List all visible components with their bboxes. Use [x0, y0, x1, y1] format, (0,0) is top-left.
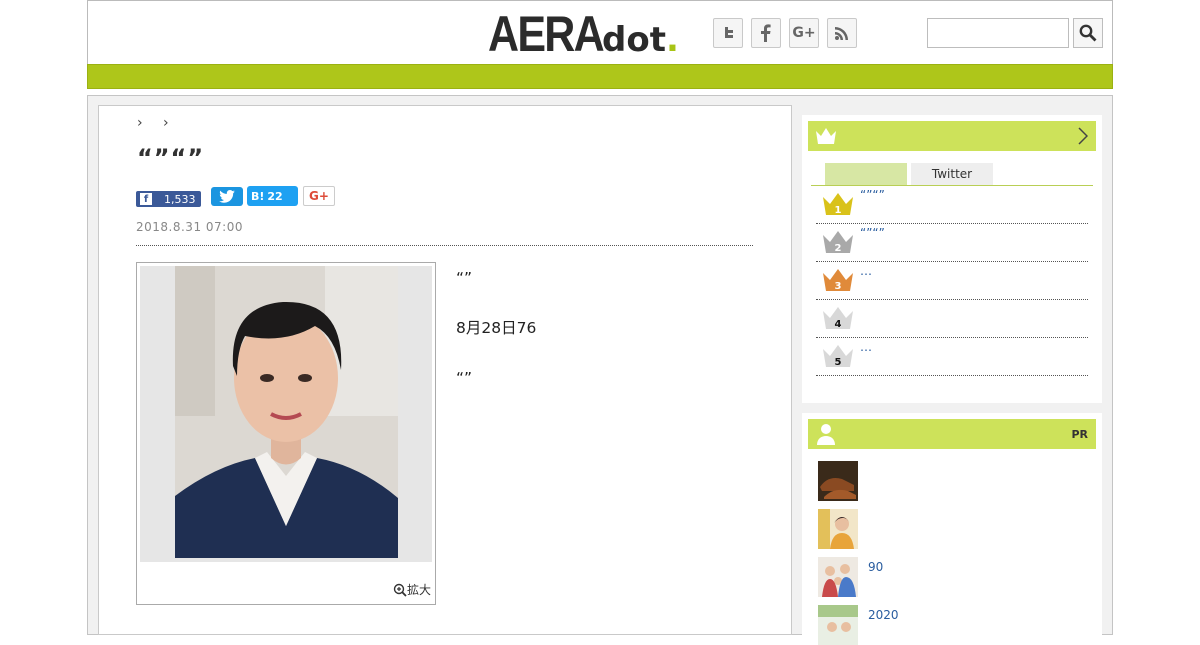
rank-crown-icon: 4 — [823, 307, 853, 330]
pr-panel: PR 90 2020 — [802, 413, 1102, 645]
zoom-label: 拡大 — [406, 583, 431, 597]
ranking-item-text[interactable]: … — [860, 340, 872, 354]
pr-label: PR — [1071, 428, 1088, 441]
zoom-button[interactable]: 拡大 — [393, 581, 431, 598]
site-logo[interactable]: AERA dot. — [488, 7, 679, 59]
ranking-item[interactable]: 3… — [816, 262, 1088, 300]
ranking-header — [808, 121, 1096, 151]
pr-thumb-shoes[interactable] — [818, 461, 858, 501]
rank-crown-icon: 3 — [823, 269, 853, 292]
nav-bar — [87, 64, 1113, 89]
hatena-bookmark-button[interactable]: B! 22 — [247, 186, 298, 206]
twitter-icon[interactable] — [713, 18, 743, 48]
zoom-icon — [393, 583, 407, 597]
portrait-image — [175, 266, 398, 558]
ranking-tabs: Twitter — [825, 163, 993, 185]
facebook-count: 1,533 — [164, 192, 196, 206]
pr-thumb-family[interactable] — [818, 557, 858, 597]
hatena-icon: B! — [251, 189, 265, 203]
svg-text:5: 5 — [835, 357, 842, 368]
ranking-item-text[interactable]: “”“” — [860, 226, 885, 240]
article: › › “”“” f 1,533 B! 22 G+ 2018.8.31 07:0… — [98, 105, 792, 635]
site-header: AERA dot. G+ — [87, 0, 1113, 64]
google-plus-icon: G+ — [309, 189, 329, 203]
crown-icon — [816, 128, 836, 144]
breadcrumb[interactable]: › › — [137, 115, 177, 131]
chevron-right-icon[interactable] — [1078, 127, 1088, 145]
rank-crown-icon: 1 — [823, 193, 853, 216]
search-icon — [1079, 24, 1097, 42]
pr-header: PR — [808, 419, 1096, 449]
rank-crown-icon: 5 — [823, 345, 853, 368]
ranking-item[interactable]: 2 “”“” — [816, 224, 1088, 262]
publish-date: 2018.8.31 07:00 — [136, 220, 243, 234]
logo-aera-text: AERA — [488, 6, 605, 62]
paragraph: “” — [456, 369, 473, 387]
ranking-panel: Twitter 1 “”“” 2 “”“” 3… 4 5… — [802, 115, 1102, 403]
hatena-count: 22 — [267, 189, 283, 203]
logo-dot-text: dot. — [602, 20, 679, 60]
pr-thumb-people[interactable] — [818, 605, 858, 645]
rss-icon[interactable] — [827, 18, 857, 48]
pr-thumb-woman[interactable] — [818, 509, 858, 549]
google-plus-icon[interactable]: G+ — [789, 18, 819, 48]
facebook-share-button[interactable]: f 1,533 — [136, 191, 201, 207]
rank-crown-icon: 2 — [823, 231, 853, 254]
paragraph: 8月28日76 — [456, 319, 537, 337]
article-title: “”“” — [137, 144, 205, 172]
pr-item-text[interactable]: 90 — [868, 560, 883, 574]
ranking-item[interactable]: 5… — [816, 338, 1088, 376]
twitter-bird-icon — [219, 190, 235, 203]
paragraph: “” — [456, 269, 473, 287]
ranking-item[interactable]: 4 — [816, 300, 1088, 338]
ranking-item-text[interactable]: … — [860, 264, 872, 278]
pr-item-text[interactable]: 2020 — [868, 608, 899, 622]
article-photo[interactable]: 拡大 — [136, 262, 436, 605]
ranking-item-text[interactable]: “”“” — [860, 188, 885, 202]
facebook-icon: f — [140, 193, 152, 205]
ranking-item[interactable]: 1 “”“” — [816, 186, 1088, 224]
article-body: “” 8月28日76 “” — [456, 266, 754, 416]
page: AERA dot. G+ › › “”“” f 1,533 B! 22 G+ 2… — [87, 0, 1113, 645]
svg-text:3: 3 — [835, 281, 842, 292]
person-icon — [817, 424, 835, 445]
search-input[interactable] — [927, 18, 1069, 48]
divider — [136, 245, 753, 246]
google-plus-share-button[interactable]: G+ — [303, 186, 335, 206]
search-button[interactable] — [1073, 18, 1103, 48]
facebook-icon[interactable] — [751, 18, 781, 48]
tab-ranking[interactable] — [825, 163, 907, 185]
twitter-share-button[interactable] — [211, 187, 243, 206]
svg-text:4: 4 — [835, 319, 842, 330]
svg-text:2: 2 — [835, 243, 842, 254]
svg-text:1: 1 — [835, 205, 842, 216]
tab-twitter[interactable]: Twitter — [911, 163, 993, 185]
